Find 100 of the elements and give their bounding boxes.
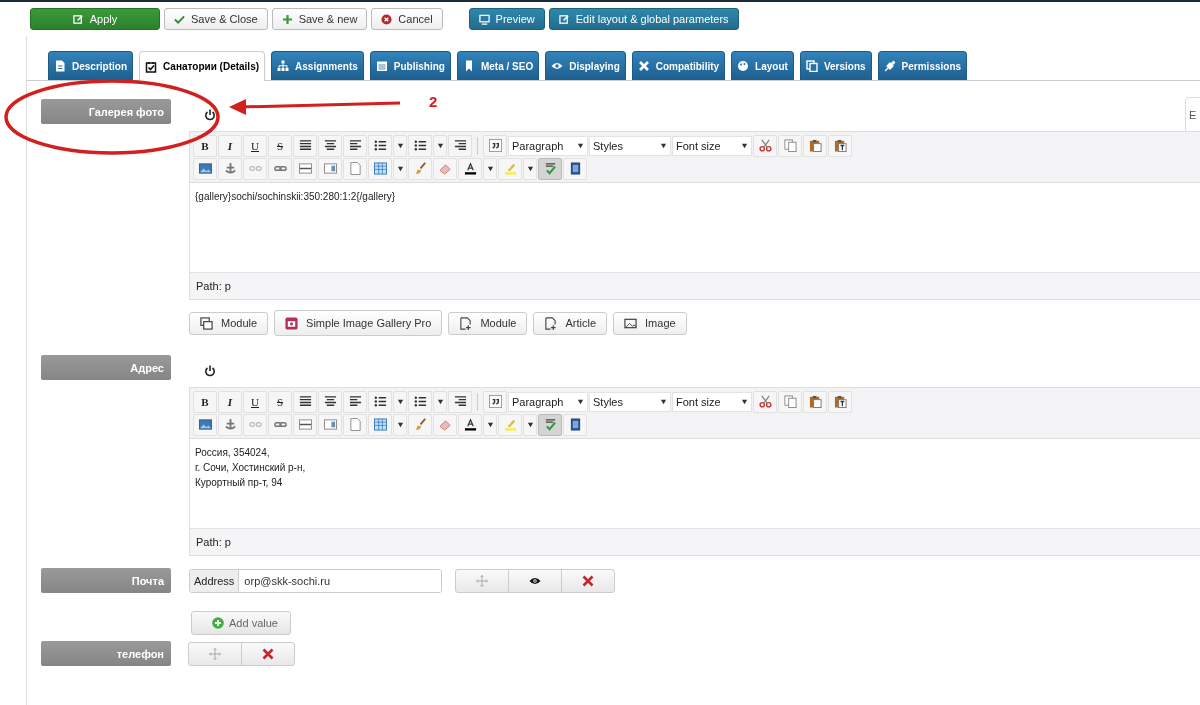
- tab[interactable]: Layout: [731, 51, 794, 80]
- spellcheck-button[interactable]: [538, 413, 562, 436]
- doc-icon: [54, 60, 66, 72]
- delete-button[interactable]: [241, 641, 295, 666]
- tab[interactable]: Assignments: [271, 51, 364, 80]
- format-select[interactable]: Paragraph: [508, 135, 588, 156]
- field-label: Галерея фото: [41, 99, 171, 124]
- tab[interactable]: Permissions: [877, 51, 968, 80]
- dropdown-button[interactable]: [393, 157, 407, 180]
- dropdown-button[interactable]: [393, 134, 407, 157]
- page-icon: [348, 418, 362, 431]
- format-button[interactable]: I: [218, 390, 242, 413]
- tab[interactable]: Versions: [799, 51, 872, 80]
- align-left-icon: [348, 395, 362, 408]
- format-button[interactable]: S: [268, 134, 292, 157]
- format-select[interactable]: Paragraph: [508, 391, 588, 412]
- caret-icon: [486, 421, 494, 428]
- editor-toolbar-button[interactable]: [458, 413, 482, 436]
- editor-toolbar-button[interactable]: [368, 390, 392, 413]
- bullet-list-icon: [413, 395, 427, 408]
- editor-tab[interactable]: E: [1185, 97, 1200, 131]
- spellcheck-button[interactable]: [538, 157, 562, 180]
- toolbar-button[interactable]: Apply: [30, 8, 160, 30]
- tab[interactable]: Displaying: [545, 51, 626, 80]
- format-select[interactable]: Font size: [672, 391, 752, 412]
- cancel-icon: [381, 13, 393, 25]
- delete-button[interactable]: [561, 568, 615, 593]
- dropdown-button[interactable]: [393, 390, 407, 413]
- add-value-button[interactable]: Add value: [191, 611, 291, 635]
- editor-toolbar-button[interactable]: [408, 134, 432, 157]
- toolbar-button[interactable]: Preview: [468, 8, 545, 30]
- editor-toolbar-button[interactable]: [483, 390, 507, 413]
- dropdown-button[interactable]: [523, 157, 537, 180]
- editor-extension-button[interactable]: Image: [613, 311, 687, 335]
- editor-extension-button[interactable]: Module: [189, 311, 269, 335]
- cross-icon: [637, 60, 650, 72]
- editor-toolbar-button[interactable]: [563, 413, 587, 436]
- format-select[interactable]: Font size: [672, 135, 752, 156]
- editor-toolbar-button[interactable]: [448, 390, 472, 413]
- format-select[interactable]: Styles: [589, 135, 671, 156]
- tab[interactable]: Compatibility: [631, 51, 726, 80]
- email-field[interactable]: Address orp@skk-sochi.ru: [189, 568, 442, 593]
- editor-toolbar-button[interactable]: [368, 134, 392, 157]
- editor-toolbar-button[interactable]: [408, 390, 432, 413]
- power-icon[interactable]: [204, 365, 216, 377]
- tab[interactable]: Publishing: [369, 51, 451, 80]
- plug-icon: [883, 60, 896, 72]
- editor-toolbar-button[interactable]: [293, 134, 317, 157]
- dropdown-button[interactable]: [433, 390, 447, 413]
- clipboard-icon: [808, 395, 822, 408]
- caret-icon: [660, 142, 667, 149]
- editor-toolbar-button[interactable]: [318, 134, 342, 157]
- toolbar-button[interactable]: Save & Close: [164, 8, 268, 30]
- editor-extension-button[interactable]: Simple Image Gallery Pro: [274, 310, 443, 336]
- toolbar-button[interactable]: Save & new: [271, 8, 368, 30]
- format-button[interactable]: S: [268, 390, 292, 413]
- dropdown-button[interactable]: [523, 413, 537, 436]
- caret-icon: [526, 421, 534, 428]
- editor-toolbar-button[interactable]: [193, 157, 217, 180]
- caret-icon: [436, 398, 444, 405]
- editor-toolbar-button[interactable]: [828, 134, 852, 157]
- editor-toolbar-button[interactable]: [343, 134, 367, 157]
- dropdown-button[interactable]: [433, 134, 447, 157]
- editor-extension-button[interactable]: Article: [533, 311, 608, 335]
- tab[interactable]: Meta / SEO: [456, 51, 540, 80]
- format-button[interactable]: B: [193, 390, 217, 413]
- tab[interactable]: Санатории (Details): [139, 51, 266, 81]
- edit-icon: [558, 13, 570, 25]
- editor-toolbar-button[interactable]: [828, 390, 852, 413]
- format-select[interactable]: Styles: [589, 391, 671, 412]
- dropdown-button[interactable]: [483, 413, 497, 436]
- editor-text: Россия, 354024,: [195, 446, 271, 460]
- caret-icon: [660, 398, 667, 405]
- toolbar-button[interactable]: Edit layout & global parameters: [548, 8, 739, 30]
- editor-toolbar-button[interactable]: [318, 390, 342, 413]
- spellcheck-icon: [543, 418, 557, 431]
- editor-toolbar-button[interactable]: [343, 390, 367, 413]
- editor-toolbar-button[interactable]: [563, 157, 587, 180]
- view-button[interactable]: [508, 568, 562, 593]
- format-button[interactable]: I: [218, 134, 242, 157]
- power-icon[interactable]: [204, 109, 216, 121]
- dropdown-button[interactable]: [483, 157, 497, 180]
- format-button[interactable]: U: [243, 390, 267, 413]
- dropdown-button[interactable]: [393, 413, 407, 436]
- caret-icon: [741, 142, 748, 149]
- toolbar-button[interactable]: Cancel: [371, 8, 443, 30]
- editor-toolbar-button[interactable]: [193, 413, 217, 436]
- editor-toolbar-button[interactable]: [483, 134, 507, 157]
- caret-icon: [577, 398, 584, 405]
- tab[interactable]: Description: [48, 51, 133, 80]
- editor-toolbar-button[interactable]: [458, 157, 482, 180]
- bullet-list-icon: [413, 139, 427, 152]
- caret-icon: [396, 421, 404, 428]
- align-justify-icon: [298, 139, 312, 152]
- editor-toolbar-button[interactable]: [448, 134, 472, 157]
- scissors-icon: [758, 139, 772, 152]
- format-button[interactable]: U: [243, 134, 267, 157]
- copy-icon: [783, 395, 797, 408]
- editor-toolbar-button[interactable]: [293, 390, 317, 413]
- editor-extension-button[interactable]: Module: [448, 311, 528, 335]
